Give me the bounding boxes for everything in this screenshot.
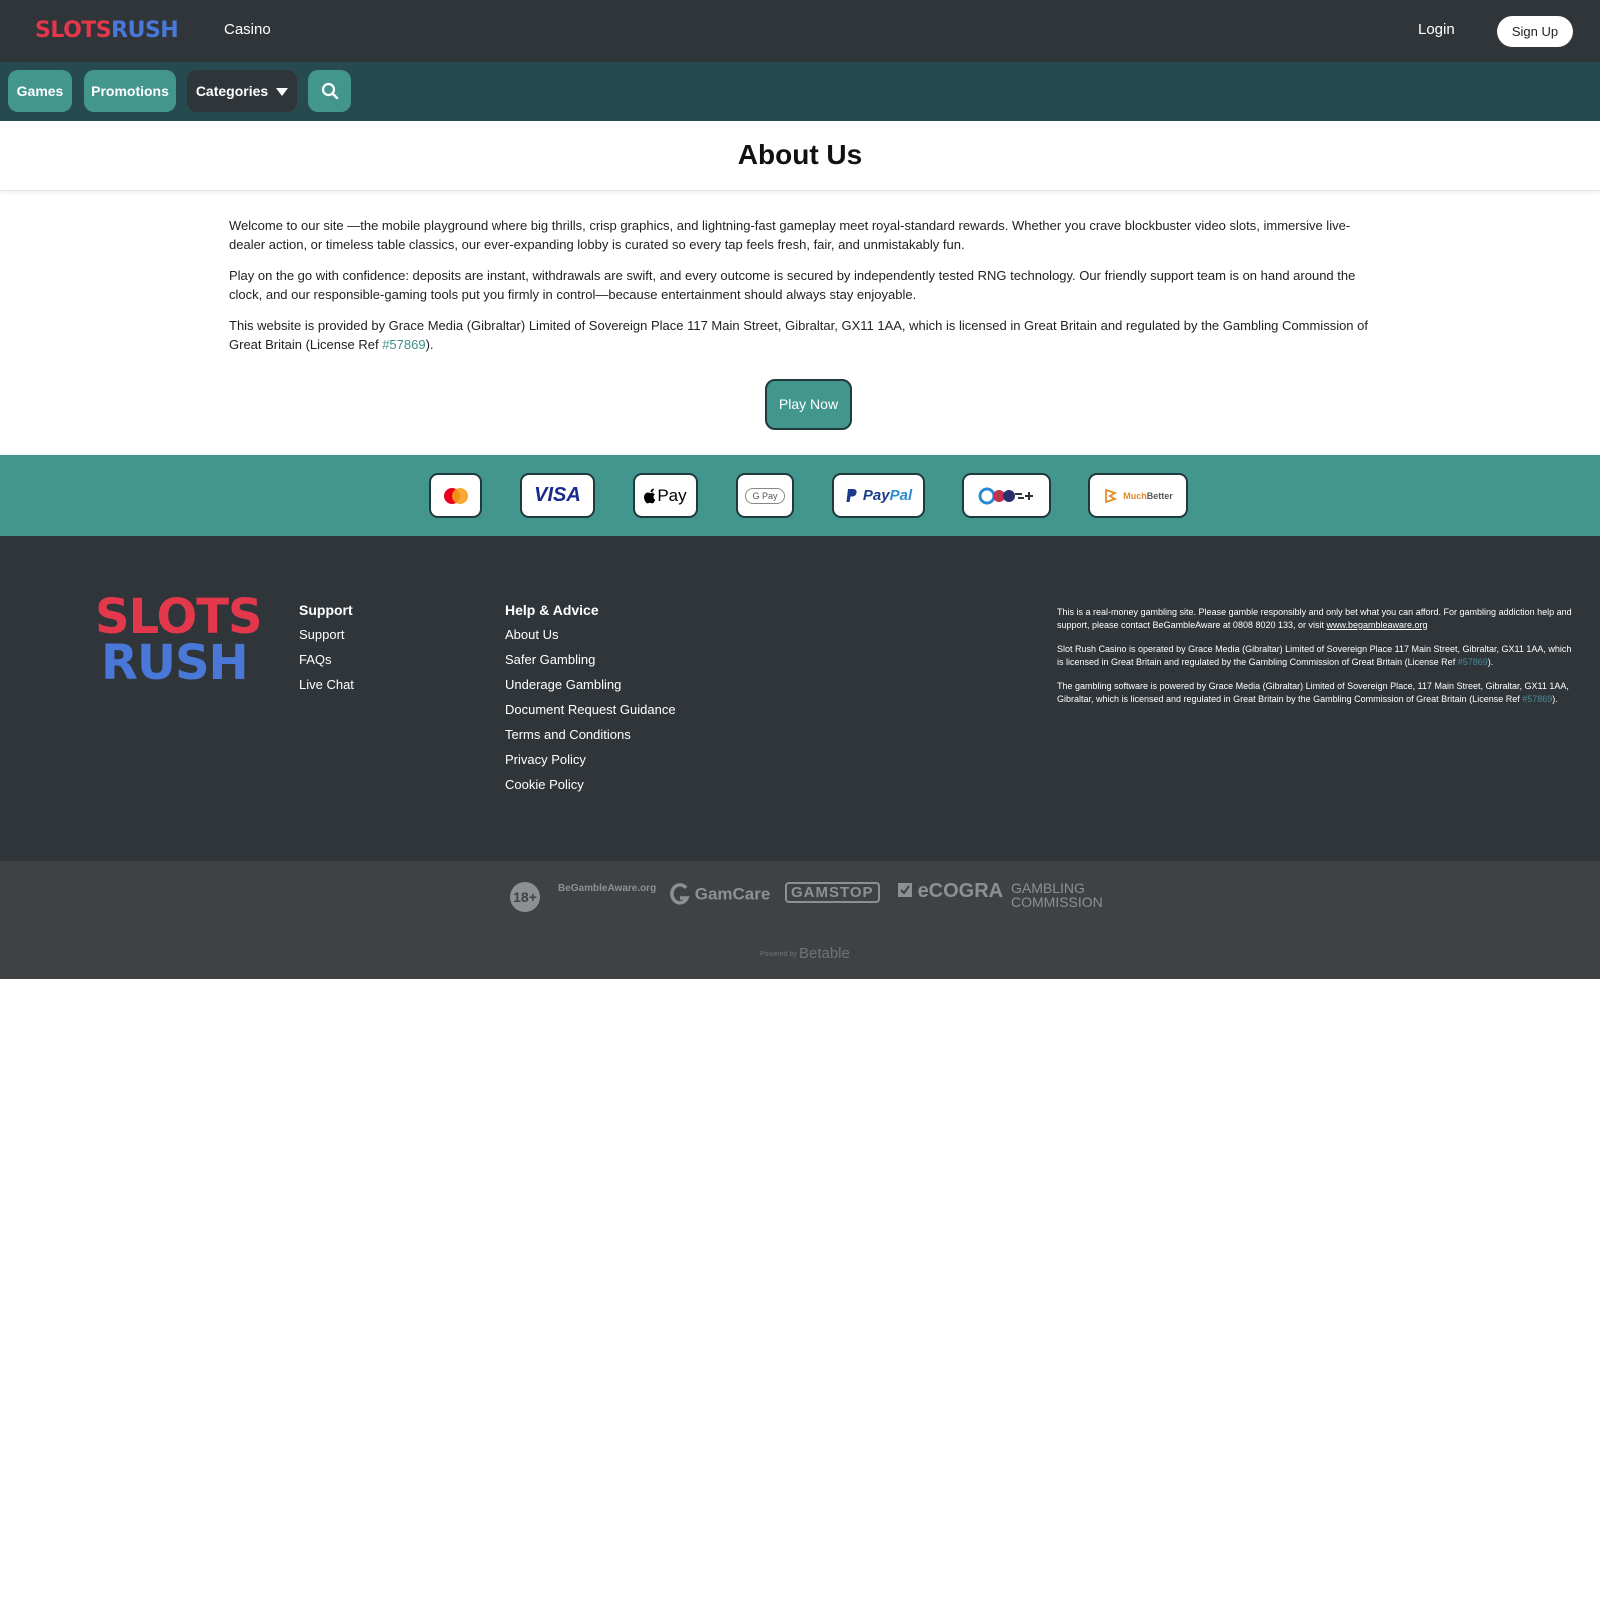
footer-link-faqs[interactable]: FAQs <box>299 652 354 668</box>
chevron-down-icon <box>276 88 289 97</box>
powered-by-label: Powered by <box>760 950 797 958</box>
play-now-button[interactable]: Play Now <box>765 379 852 430</box>
signup-button[interactable]: Sign Up <box>1497 16 1573 47</box>
muchbetter-icon <box>1105 488 1118 503</box>
payment-provider-icon <box>978 487 1033 504</box>
main-nav: Games Promotions Categories <box>0 62 1600 121</box>
responsible-gambling-strip: 18+ BeGambleAware.org GamCare GAMSTOP eC… <box>0 861 1600 979</box>
gamcare-logo[interactable]: GamCare <box>670 883 770 907</box>
paypal-logo: PayPal <box>832 473 925 518</box>
disclaimer-paragraph: Slot Rush Casino is operated by Grace Me… <box>1057 643 1577 668</box>
site-logo[interactable]: SLOTSRUSH <box>35 18 179 44</box>
license-paragraph: This website is provided by Grace Media … <box>229 316 1381 354</box>
footer-link-document-request[interactable]: Document Request Guidance <box>505 702 676 718</box>
footer-link-terms[interactable]: Terms and Conditions <box>505 727 676 743</box>
footer-help-column: Help & Advice About Us Safer Gambling Un… <box>505 602 676 802</box>
footer-support-heading: Support <box>299 602 353 618</box>
apple-pay-logo: Pay <box>633 473 698 518</box>
betable-brand: Betable <box>798 945 850 962</box>
disclaimer-text-end: ). <box>1552 693 1558 704</box>
search-icon <box>321 82 338 100</box>
login-button[interactable]: Login <box>1418 21 1455 38</box>
google-pay-text: G Pay <box>745 487 785 504</box>
disclaimer-text: Slot Rush Casino is operated by Grace Me… <box>1057 644 1572 667</box>
muchbetter-text-much: Much <box>1123 490 1147 501</box>
license-text-end: ). <box>425 337 434 352</box>
check-icon <box>898 883 912 897</box>
disclaimer-text: This is a real-money gambling site. Plea… <box>1057 607 1572 630</box>
footer-logo-bottom: RUSH <box>101 635 249 691</box>
paypal-text-pal: Pal <box>889 487 913 504</box>
disclaimer-text-end: ). <box>1487 656 1494 667</box>
ecogra-text: eCOGRA <box>917 880 1004 902</box>
about-paragraph: Welcome to our site —the mobile playgrou… <box>229 218 1351 252</box>
footer-help-heading: Help & Advice <box>505 602 599 618</box>
title-band: About Us <box>0 121 1600 191</box>
footer-support-column: Support Support FAQs Live Chat <box>299 602 354 702</box>
powered-by-betable: Powered by Betable <box>760 945 850 962</box>
footer-link-support[interactable]: Support <box>299 627 354 643</box>
disclaimer-text: The gambling software is powered by Grac… <box>1057 681 1569 704</box>
top-header: SLOTSRUSH Casino Login Sign Up <box>0 0 1600 62</box>
paypal-text-pay: Pay <box>862 487 890 504</box>
nav-games-button[interactable]: Games <box>8 70 72 112</box>
nav-casino-link[interactable]: Casino <box>224 21 271 38</box>
footer-logo-top: SLOTS <box>95 589 263 645</box>
about-paragraph: Play on the go with confidence: deposits… <box>229 268 1356 302</box>
disclaimer-paragraph: This is a real-money gambling site. Plea… <box>1057 606 1577 631</box>
begambleaware-logo[interactable]: BeGambleAware.org <box>558 883 656 894</box>
footer: SLOTS RUSH Support Support FAQs Live Cha… <box>0 536 1600 861</box>
nav-promotions-button[interactable]: Promotions <box>84 70 176 112</box>
footer-link-cookie[interactable]: Cookie Policy <box>505 777 676 793</box>
gambling-commission-logo[interactable]: GAMBLING COMMISSION <box>1011 881 1111 909</box>
muchbetter-logo: MuchBetter <box>1088 473 1188 518</box>
ecogra-logo[interactable]: eCOGRA <box>898 880 1003 903</box>
mastercard-icon <box>443 487 468 504</box>
footer-link-privacy[interactable]: Privacy Policy <box>505 752 676 768</box>
gamcare-text: GamCare <box>694 884 771 904</box>
gamcare-icon <box>670 883 690 905</box>
footer-disclaimer: This is a real-money gambling site. Plea… <box>1057 606 1577 717</box>
click-and-buy-logo <box>962 473 1051 518</box>
footer-link-live-chat[interactable]: Live Chat <box>299 677 354 693</box>
visa-logo: VISA <box>520 473 595 518</box>
apple-pay-text: Pay <box>657 485 687 505</box>
nav-categories-dropdown[interactable]: Categories <box>187 70 297 112</box>
license-ref-link[interactable]: #57869 <box>1458 657 1488 667</box>
about-content: Welcome to our site —the mobile playgrou… <box>229 216 1381 366</box>
footer-logo: SLOTS RUSH <box>95 589 263 691</box>
age-18-badge: 18+ <box>510 882 540 912</box>
gamstop-logo[interactable]: GAMSTOP <box>785 882 880 903</box>
mastercard-logo <box>429 473 482 518</box>
page-title: About Us <box>737 139 863 170</box>
visa-text: VISA <box>534 484 581 506</box>
google-pay-logo: G Pay <box>736 473 794 518</box>
payment-methods-band: VISA Pay G Pay PayPal MuchBetter <box>0 455 1600 536</box>
license-ref-link[interactable]: #57869 <box>1522 694 1552 704</box>
search-button[interactable] <box>308 70 351 112</box>
disclaimer-paragraph: The gambling software is powered by Grac… <box>1057 680 1577 705</box>
footer-link-safer-gambling[interactable]: Safer Gambling <box>505 652 676 668</box>
paypal-icon <box>846 488 857 502</box>
categories-label: Categories <box>195 83 269 99</box>
muchbetter-text-better: Better <box>1146 490 1173 501</box>
begambleaware-link[interactable]: www.begambleaware.org <box>1327 620 1428 630</box>
license-ref-link[interactable]: #57869 <box>382 337 425 352</box>
footer-link-about-us[interactable]: About Us <box>505 627 676 643</box>
apple-icon <box>644 488 656 503</box>
footer-link-underage-gambling[interactable]: Underage Gambling <box>505 677 676 693</box>
